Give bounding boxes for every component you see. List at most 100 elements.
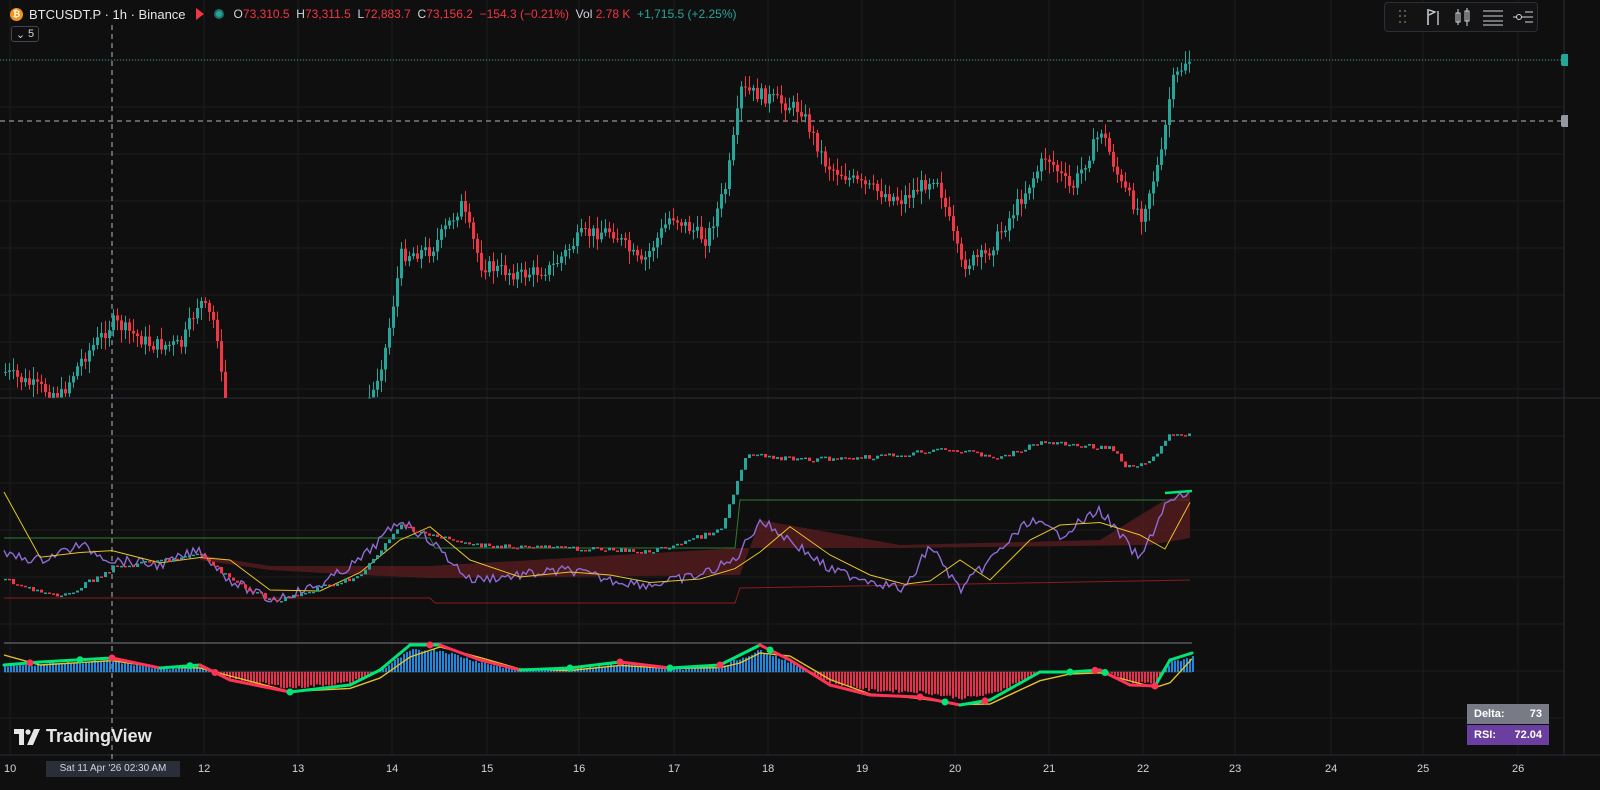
indicator-candle bbox=[164, 559, 167, 561]
indicator-candle bbox=[32, 587, 35, 592]
macd-cross-dot bbox=[1091, 666, 1099, 674]
macd-cross-dot bbox=[1066, 668, 1074, 676]
indicator-candle bbox=[996, 458, 999, 460]
macd-histogram-bar bbox=[460, 657, 462, 672]
macd-histogram-bar bbox=[1174, 660, 1176, 672]
price-candle bbox=[912, 189, 915, 198]
macd-histogram-bar bbox=[385, 667, 387, 672]
price-candle bbox=[1052, 161, 1055, 165]
price-candle bbox=[588, 228, 591, 237]
indicator-candle bbox=[384, 543, 387, 551]
indicator-candle bbox=[280, 600, 283, 603]
macd-histogram-bar bbox=[22, 665, 24, 672]
macd-histogram-bar bbox=[886, 672, 888, 691]
macd-histogram-bar bbox=[184, 668, 186, 672]
indicator-candle bbox=[404, 524, 407, 527]
indicator-candle bbox=[1168, 434, 1171, 441]
price-candle bbox=[396, 278, 399, 307]
drag-handle-icon[interactable] bbox=[1391, 5, 1415, 29]
candles-icon[interactable] bbox=[1451, 5, 1475, 29]
macd-histogram-bar bbox=[907, 672, 909, 692]
price-candle bbox=[1168, 99, 1171, 125]
indicator-candle bbox=[556, 546, 559, 548]
indicator-candle bbox=[944, 448, 947, 450]
price-tag-crosshair bbox=[1561, 115, 1568, 127]
indicator-candle bbox=[620, 548, 623, 553]
price-candle bbox=[212, 311, 215, 320]
symbol-title[interactable]: BTCUSDT.P · 1h · Binance bbox=[29, 7, 186, 22]
macd-histogram-bar bbox=[997, 672, 999, 692]
indicator-candle bbox=[592, 547, 595, 550]
chart-canvas[interactable] bbox=[0, 0, 1600, 790]
settings-line-icon[interactable] bbox=[1511, 5, 1535, 29]
volume-value: 2.78 K bbox=[595, 7, 631, 21]
indicator-candle bbox=[156, 560, 159, 563]
macd-histogram-bar bbox=[28, 666, 30, 672]
macd-histogram-bar bbox=[895, 672, 897, 690]
price-candle bbox=[428, 247, 431, 257]
indicator-candle bbox=[720, 528, 723, 531]
indicator-candle bbox=[624, 548, 627, 552]
macd-histogram-bar bbox=[940, 672, 942, 697]
macd-histogram-bar bbox=[868, 672, 870, 692]
lines-icon[interactable] bbox=[1481, 5, 1505, 29]
indicator-candle bbox=[360, 574, 363, 577]
price-candle bbox=[736, 108, 739, 135]
collapse-indicators-button[interactable]: ⌄ 5 bbox=[11, 26, 39, 42]
macd-histogram-bar bbox=[466, 657, 468, 672]
indicator-candle bbox=[416, 531, 419, 533]
indicator-candle bbox=[888, 453, 891, 456]
flag-icon[interactable] bbox=[195, 8, 204, 20]
indicator-candle bbox=[400, 524, 403, 530]
price-candle bbox=[684, 221, 687, 226]
indicator-candle bbox=[1092, 444, 1095, 449]
price-candle bbox=[644, 257, 647, 260]
macd-cross-dot bbox=[26, 659, 34, 667]
indicator-candle bbox=[704, 532, 707, 539]
macd-cross-dot bbox=[916, 693, 924, 701]
delta-badge: Delta: 73 bbox=[1467, 704, 1549, 724]
macd-cross-dot bbox=[941, 698, 949, 706]
macd-histogram-bar bbox=[856, 672, 858, 688]
macd-cross-dot bbox=[666, 664, 674, 672]
macd-histogram-bar bbox=[976, 672, 978, 697]
indicator-candle bbox=[820, 456, 823, 459]
price-candle bbox=[916, 189, 919, 192]
price-candle bbox=[1184, 63, 1187, 71]
macd-histogram-bar bbox=[325, 672, 327, 685]
indicator-candle bbox=[232, 577, 235, 581]
macd-histogram-bar bbox=[328, 672, 330, 686]
price-candle bbox=[988, 253, 991, 256]
indicator-candle bbox=[104, 572, 107, 578]
price-candle bbox=[1148, 193, 1151, 209]
price-candle bbox=[1144, 208, 1147, 222]
indicator-candle bbox=[1068, 444, 1071, 447]
price-candle bbox=[932, 183, 935, 185]
price-candle bbox=[748, 87, 751, 91]
indicator-candle bbox=[828, 456, 831, 461]
macd-histogram-bar bbox=[1012, 672, 1014, 684]
indicator-candle bbox=[444, 536, 447, 539]
indicator-candle bbox=[1084, 445, 1087, 448]
macd-histogram-bar bbox=[904, 672, 906, 691]
price-candle bbox=[384, 347, 387, 370]
macd-histogram-bar bbox=[454, 653, 456, 672]
price-candle bbox=[1008, 218, 1011, 231]
price-candle bbox=[40, 381, 43, 384]
time-axis-label: 24 bbox=[1325, 763, 1338, 775]
price-candle bbox=[16, 370, 19, 377]
tradingview-watermark: TradingView bbox=[14, 726, 152, 747]
price-candle bbox=[64, 389, 67, 394]
indicator-candle bbox=[348, 578, 351, 582]
macd-histogram-bar bbox=[949, 672, 951, 696]
macd-histogram-bar bbox=[412, 649, 414, 672]
indicator-candle bbox=[436, 534, 439, 537]
macd-histogram-bar bbox=[781, 659, 783, 672]
macd-histogram-bar bbox=[502, 668, 504, 672]
price-candle bbox=[824, 151, 827, 167]
price-candle bbox=[832, 169, 835, 171]
indicator-candle bbox=[208, 559, 211, 562]
flag-indicator-icon[interactable] bbox=[1421, 5, 1445, 29]
macd-histogram-bar bbox=[478, 662, 480, 672]
price-candle bbox=[544, 274, 547, 276]
